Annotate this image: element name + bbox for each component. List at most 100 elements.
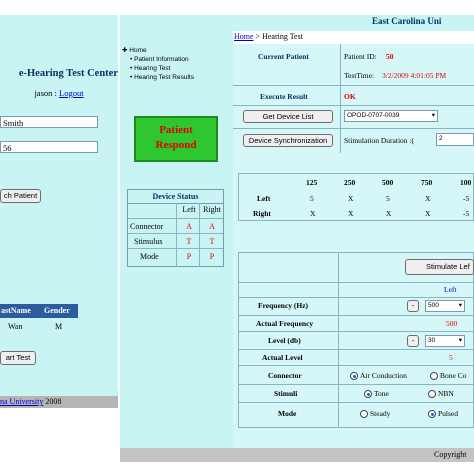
device-sync-button[interactable]: Device Synchronization	[243, 134, 333, 147]
test-time-value: 3/2/2009 4:01:05 PM	[382, 71, 447, 80]
stimuli-nbn-label: NBN	[438, 389, 454, 398]
execute-result-value: OK	[344, 92, 356, 101]
nav-item-home[interactable]: ✚ Home	[122, 46, 147, 54]
frequency-results-table	[238, 173, 474, 221]
left-1000: -5	[463, 194, 470, 203]
stimuli-label: Stimuli	[274, 389, 298, 398]
side-label: Left	[444, 285, 457, 294]
connector-bone-label: Bone Co	[440, 371, 467, 380]
right-250: X	[348, 209, 354, 218]
patient-id-input[interactable]: 56	[0, 141, 98, 153]
nav-label-patient-info: Patient Information	[134, 56, 189, 63]
breadcrumb-home[interactable]: Home	[234, 32, 254, 41]
radio-selected-icon	[428, 410, 436, 419]
actual-frequency-value: 500	[446, 319, 458, 328]
search-patient-button[interactable]: ch Patient	[0, 189, 41, 203]
get-device-list-button[interactable]: Get Device List	[243, 110, 333, 123]
test-time-label: TestTime:	[344, 71, 375, 80]
stimuli-tone-radio[interactable]: Tone	[364, 389, 389, 399]
bullet-icon: •	[130, 65, 133, 72]
radio-icon	[430, 372, 438, 381]
copyright-text: Copyright	[434, 450, 467, 459]
logout-link[interactable]: Logout	[59, 88, 84, 98]
connector-left: A	[186, 222, 192, 231]
nav-item-hearing-test[interactable]: • Hearing Test	[130, 65, 170, 72]
actual-frequency-label: Actual Frequency	[256, 319, 314, 328]
patient-table-header: astName Gender	[0, 304, 78, 318]
radio-icon	[360, 410, 368, 419]
level-decrease-button[interactable]: -	[407, 335, 419, 347]
stim-duration-input[interactable]: 2	[436, 133, 474, 146]
mode-left: P	[186, 252, 192, 261]
left-125: 5	[310, 194, 314, 203]
connector-label: Connector	[268, 371, 302, 380]
actual-level-label: Actual Level	[262, 353, 303, 362]
freq-125: 125	[306, 178, 318, 187]
connector-air-radio[interactable]: Air Conduction	[350, 371, 407, 381]
device-status-table: Device Status Left Right Connector A A S…	[127, 189, 224, 267]
execute-result-label: Execute Result	[260, 92, 308, 101]
cell-gender: M	[55, 322, 63, 331]
breadcrumb-current: Hearing Test	[262, 32, 303, 41]
bullet-icon: •	[130, 74, 133, 81]
freq-500: 500	[382, 178, 394, 187]
device-select-value: OPOD-0707-0039	[347, 112, 400, 119]
mode-steady-radio[interactable]: Steady	[360, 409, 390, 419]
stimulate-left-button[interactable]: Stimulate Lef	[405, 259, 474, 275]
radio-selected-icon	[350, 372, 358, 381]
radio-selected-icon	[364, 390, 372, 399]
row-stimulus-label: Stimulus	[134, 237, 163, 246]
cell-lastname: Wan	[8, 322, 23, 331]
level-select-value: 30	[428, 337, 436, 344]
right-750: X	[425, 209, 431, 218]
stimulus-left: T	[186, 237, 192, 246]
stimuli-nbn-radio[interactable]: NBN	[428, 389, 454, 399]
nav-item-hearing-test-results[interactable]: • Hearing Test Results	[130, 74, 194, 81]
stimulus-right: T	[209, 237, 215, 246]
first-name-input[interactable]: Smith	[0, 116, 98, 128]
freq-250: 250	[344, 178, 356, 187]
right-125: X	[310, 209, 316, 218]
mode-pulsed-radio[interactable]: Pulsed	[428, 409, 458, 419]
university-link[interactable]: na University	[0, 397, 43, 406]
username: jason :	[34, 88, 59, 98]
col-right: Right	[203, 205, 221, 214]
nav-label-hearing-test: Hearing Test	[134, 65, 171, 72]
patient-id-value: 50	[386, 52, 394, 61]
nav-label-results: Hearing Test Results	[134, 74, 194, 81]
nav-item-patient-information[interactable]: • Patient Information	[130, 56, 189, 63]
frequency-decrease-button[interactable]: -	[407, 300, 419, 312]
stim-duration-label: Stimulation Duration :(	[344, 136, 414, 145]
right-500: X	[386, 209, 392, 218]
mode-right: P	[209, 252, 215, 261]
start-test-button[interactable]: art Test	[0, 351, 36, 365]
col-left: Left	[182, 205, 196, 214]
row-mode-label: Mode	[140, 252, 159, 261]
table-row[interactable]: Wan M	[0, 319, 78, 333]
mode-label: Mode	[278, 409, 297, 418]
expand-icon: ✚	[122, 47, 128, 54]
right-1000: -5	[463, 209, 470, 218]
frequency-label: Frequency (Hz)	[258, 301, 309, 310]
radio-icon	[428, 390, 436, 399]
user-info: jason : Logout	[0, 88, 118, 98]
connector-bone-radio[interactable]: Bone Co	[430, 371, 467, 381]
chevron-down-icon: ▾	[458, 337, 462, 344]
current-patient-label: Current Patient	[258, 52, 309, 61]
left-250: X	[348, 194, 354, 203]
left-footer: na University 2008	[0, 396, 118, 408]
left-750: X	[425, 194, 431, 203]
device-select[interactable]: OPOD-0707-0039 ▾	[344, 110, 438, 122]
left-ear-label: Left	[257, 194, 271, 203]
col-lastname: astName	[1, 306, 31, 315]
left-500: 5	[386, 194, 390, 203]
row-connector-label: Connector	[130, 222, 164, 231]
frequency-select-value: 500	[428, 302, 439, 309]
level-select[interactable]: 30 ▾	[425, 335, 465, 347]
frequency-select[interactable]: 500 ▾	[425, 300, 465, 312]
stimuli-tone-label: Tone	[374, 389, 389, 398]
right-footer: Copyright	[120, 448, 474, 462]
connector-right: A	[209, 222, 215, 231]
connector-air-label: Air Conduction	[360, 371, 407, 380]
breadcrumb: Home > Hearing Test	[233, 31, 474, 45]
